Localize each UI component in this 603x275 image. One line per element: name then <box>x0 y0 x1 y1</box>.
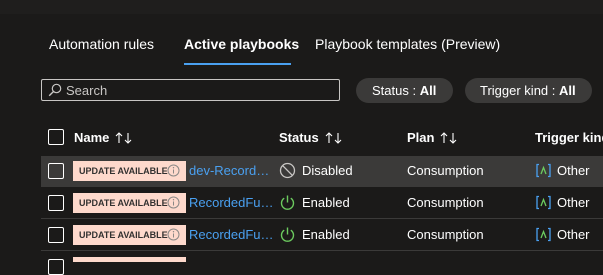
tab-automation-rules[interactable]: Automation rules <box>49 36 154 52</box>
disabled-icon <box>279 162 296 179</box>
trigger-kind-filter[interactable]: Trigger kind : All <box>465 78 592 103</box>
column-name[interactable]: Name <box>74 130 133 145</box>
update-available-badge[interactable]: UPDATE AVAILABLE <box>73 193 186 213</box>
update-available-badge[interactable]: UPDATE AVAILABLE <box>73 225 186 245</box>
trigger-kind-text: Other <box>557 195 590 210</box>
search-input[interactable] <box>66 81 336 99</box>
sort-icon <box>441 132 457 144</box>
update-available-badge[interactable] <box>73 257 186 262</box>
playbook-name-link[interactable]: dev-RecordedFuture <box>189 163 274 178</box>
trigger-kind-filter-value: All <box>559 83 576 98</box>
info-icon[interactable] <box>167 164 180 177</box>
info-icon[interactable] <box>167 228 180 241</box>
plan-cell: Consumption <box>407 163 484 178</box>
trigger-kind-text: Other <box>557 163 590 178</box>
badge-label: UPDATE AVAILABLE <box>79 166 168 176</box>
playbook-name-link[interactable]: RecordedFuture <box>189 227 274 242</box>
tab-playbook-templates[interactable]: Playbook templates (Preview) <box>315 36 500 52</box>
table-row[interactable]: UPDATE AVAILABLE RecordedFuture Enabled … <box>41 188 603 219</box>
row-checkbox[interactable] <box>48 195 64 211</box>
info-icon[interactable] <box>167 196 180 209</box>
tab-bar: Automation rules Active playbooks Playbo… <box>0 30 603 66</box>
select-all-checkbox[interactable] <box>48 129 64 145</box>
trigger-kind-filter-label: Trigger kind : All <box>480 83 576 98</box>
status-text: Enabled <box>302 227 350 242</box>
active-tab-underline <box>184 63 291 65</box>
api-connection-icon <box>536 227 551 242</box>
row-checkbox[interactable] <box>48 163 64 179</box>
top-strip <box>0 0 603 14</box>
row-checkbox[interactable] <box>48 259 64 275</box>
tab-active-playbooks[interactable]: Active playbooks <box>184 36 299 52</box>
status-filter[interactable]: Status : All <box>356 78 453 103</box>
status-text: Enabled <box>302 195 350 210</box>
api-connection-icon <box>536 195 551 210</box>
table-header: Name Status Plan Trigger kind <box>0 124 603 152</box>
search-box[interactable] <box>41 79 340 101</box>
playbook-name-link[interactable]: RecordedFuture <box>189 195 274 210</box>
status-filter-label: Status : All <box>372 83 437 98</box>
trigger-kind-text: Other <box>557 227 590 242</box>
plan-cell: Consumption <box>407 195 484 210</box>
column-trigger-kind[interactable]: Trigger kind <box>535 130 603 145</box>
power-icon <box>280 195 295 210</box>
table-row[interactable]: UPDATE AVAILABLE dev-RecordedFuture Disa… <box>41 156 603 187</box>
search-icon <box>48 83 62 97</box>
badge-label: UPDATE AVAILABLE <box>79 198 168 208</box>
table-row[interactable] <box>41 252 603 275</box>
status-text: Disabled <box>302 163 353 178</box>
column-status[interactable]: Status <box>279 130 343 145</box>
sort-icon <box>325 132 342 144</box>
plan-cell: Consumption <box>407 227 484 242</box>
power-icon <box>280 227 295 242</box>
badge-label: UPDATE AVAILABLE <box>79 230 168 240</box>
api-connection-icon <box>536 163 551 178</box>
sort-icon <box>116 132 132 144</box>
update-available-badge[interactable]: UPDATE AVAILABLE <box>73 161 186 181</box>
table-row[interactable]: UPDATE AVAILABLE RecordedFuture Enabled … <box>41 220 603 251</box>
row-checkbox[interactable] <box>48 227 64 243</box>
column-plan[interactable]: Plan <box>407 130 458 145</box>
status-filter-value: All <box>419 83 437 98</box>
